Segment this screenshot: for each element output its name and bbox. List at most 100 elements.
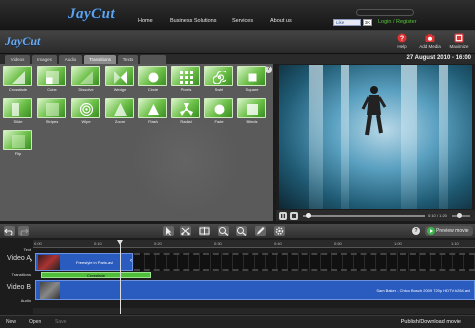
tab-audio[interactable]: Audio [59,55,82,64]
add-media-label: Add Media [419,44,441,49]
tick-label: 0:40 [274,241,282,246]
bottom-bar: New Open Save Publish/Download movie [0,315,475,328]
filmstrip [134,253,475,271]
timeline-help-icon[interactable]: ? [412,227,420,235]
transition-label: Flip [14,151,22,156]
transition-label: Dissolve [78,87,94,92]
trim-tool[interactable] [199,226,210,236]
playhead[interactable] [117,240,123,314]
search-input[interactable] [356,9,414,16]
track-label-video-a: Video A [6,255,31,262]
split-icon [181,227,190,236]
timeline-toolbar: ? Preview movie [0,224,475,238]
new-button[interactable]: New [6,319,16,325]
transition-cube[interactable] [37,66,66,86]
video-preview: 0:10 / 1:20 [276,64,475,221]
edit-icon [257,227,265,235]
login-register-link[interactable]: Login / Register [378,19,417,25]
wedge-icon [114,71,127,84]
tab-texts[interactable]: Texts [118,55,138,64]
settings-tool[interactable] [274,226,285,236]
help-button[interactable]: ? Help [388,32,416,52]
site-logo[interactable]: JayCut [68,6,115,23]
transition-wipe[interactable] [71,98,100,118]
tick-label: 0:00 [34,241,42,246]
video-clip[interactable]: Freestyle in Paris.avi › ‹ [30,253,133,271]
nav-link-services[interactable]: Services [232,18,253,24]
transition-blinds[interactable] [237,98,266,118]
split-tool[interactable] [180,226,191,236]
tab-transitions[interactable]: Transitions [84,55,116,64]
transition-flash[interactable] [138,98,167,118]
maximize-button[interactable]: Maximize [445,32,473,52]
transition-label: Wipe [81,119,91,124]
transition-slide[interactable] [3,98,32,118]
editor-header: JayCut ? Help Add Media Maximize [0,31,475,54]
maximize-icon [454,33,464,43]
zoom-out-tool[interactable] [236,226,247,236]
nav-link-about[interactable]: About us [270,18,292,24]
slide-icon [12,103,19,116]
zoom-out-icon [237,227,247,236]
track-label-text: Text [23,247,31,252]
transition-fade[interactable] [204,98,233,118]
tab-videos[interactable]: Videos [5,55,30,64]
crossfade-icon [12,71,25,84]
trim-icon [199,227,210,235]
volume-knob[interactable] [457,213,462,218]
publish-download-button[interactable]: Publish/Download movie [401,319,461,325]
edit-tool[interactable] [255,226,266,236]
facebook-like-button[interactable]: Like [333,19,361,26]
transition-stripes[interactable] [37,98,66,118]
transition-label: Swirl [214,87,224,92]
transition-flip[interactable] [3,130,32,150]
transition-crossfade[interactable] [3,66,32,86]
transition-pixels[interactable] [171,66,200,86]
panel-help-icon[interactable]: ? [265,66,272,73]
transition-circle[interactable] [138,66,167,86]
tab-extra[interactable] [140,55,166,64]
clip-handle-left[interactable]: › [30,258,32,264]
clip-handle-right[interactable]: ‹ [130,258,132,264]
seek-knob[interactable] [306,213,311,218]
clip-name: Sam Baker - Chico Bosch 2009 720p HDTV.h… [376,288,470,293]
fade-icon [214,104,225,115]
cube-icon [46,71,59,84]
preview-movie-label: Preview movie [436,228,469,234]
add-media-button[interactable]: Add Media [416,32,444,52]
nav-link-home[interactable]: Home [138,18,153,24]
stop-button[interactable] [290,212,298,220]
preview-movie-button[interactable]: Preview movie [425,226,473,236]
audio-track[interactable] [33,308,475,314]
transition-dissolve[interactable] [71,66,100,86]
timeline-ruler[interactable]: 0:00 0:10 0:20 0:30 0:40 0:50 1:00 1:10 [33,240,475,248]
zoom-in-tool[interactable] [218,226,229,236]
transition-square[interactable] [237,66,266,86]
transition-radial[interactable] [171,98,200,118]
light-streak [341,65,349,209]
time-display: 0:10 / 1:20 [428,213,447,218]
light-streak [401,65,417,209]
select-tool[interactable] [163,226,174,236]
transition-zoom[interactable] [105,98,134,118]
tick-label: 0:20 [154,241,162,246]
transition-wedge[interactable] [105,66,134,86]
transition-label: Cube [47,87,57,92]
tab-images[interactable]: Images [32,55,57,64]
help-icon: ? [397,33,407,43]
select-icon [166,227,172,236]
transition-clip[interactable]: Crossfade [41,272,151,278]
track-label-video-b: Video B [6,284,31,291]
video-a-track: Freestyle in Paris.avi › ‹ [30,253,475,271]
video-clip[interactable]: Sam Baker - Chico Bosch 2009 720p HDTV.h… [35,280,475,300]
open-button[interactable]: Open [29,319,41,325]
nav-link-business[interactable]: Business Solutions [170,18,216,24]
undo-button[interactable] [4,226,15,236]
redo-button[interactable] [18,226,29,236]
transitions-panel: ? Crossfade Cube Dissolve Wedge Circle P… [0,64,273,221]
transition-swirl[interactable] [204,66,233,86]
play-button[interactable] [279,212,287,220]
save-button[interactable]: Save [55,319,66,325]
flash-icon [148,104,159,115]
seek-bar[interactable] [303,215,425,217]
